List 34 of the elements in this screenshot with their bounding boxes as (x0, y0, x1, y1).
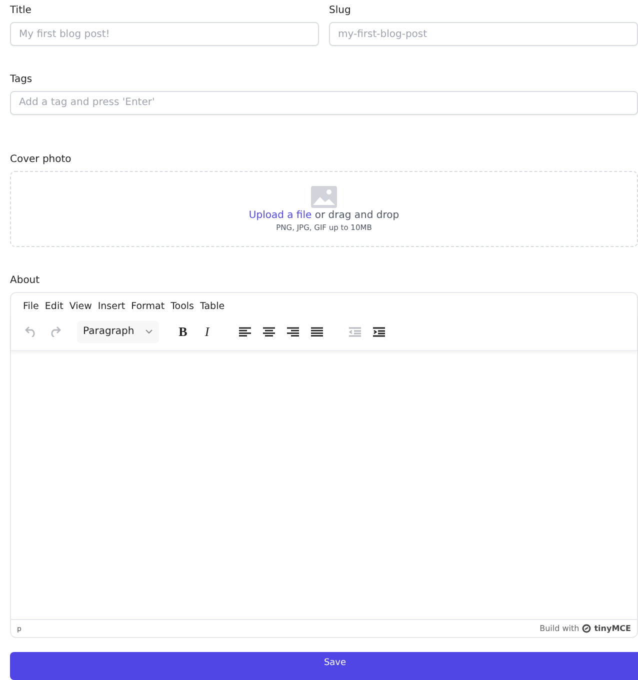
align-icon (239, 326, 251, 337)
tags-field[interactable]: Add a tag and press 'Enter' (10, 91, 638, 115)
bold-button[interactable]: B (171, 320, 195, 344)
save-button[interactable]: Save (10, 652, 638, 680)
text-field[interactable]: my-first-blog-post (329, 22, 638, 46)
credit-text: Build with (540, 624, 580, 634)
field-label: About (10, 274, 41, 288)
redo-icon (49, 326, 61, 338)
field-label: Cover photo (10, 152, 72, 167)
menu-item[interactable]: File (23, 300, 39, 312)
chevron-down-icon (145, 329, 153, 334)
menu-item[interactable]: Format (131, 300, 165, 312)
upload-text: Upload a file or drag and drop (248, 210, 400, 221)
menu-item[interactable]: Table (200, 300, 225, 312)
outdent-icon (349, 326, 361, 337)
align-icon (263, 326, 275, 337)
undo-icon (25, 326, 37, 338)
align-icon (311, 326, 323, 337)
field-label: Tags (10, 73, 34, 87)
indent-icon (373, 326, 385, 337)
menu-item[interactable]: Insert (98, 300, 126, 312)
align-icon (287, 326, 299, 337)
field-label: Slug (329, 4, 352, 18)
format-select[interactable]: Paragraph (77, 320, 159, 343)
upload-link[interactable]: Upload a file (248, 210, 312, 221)
menu-item[interactable]: Tools (170, 300, 194, 312)
brand-name[interactable]: tinyMCE (594, 624, 631, 634)
italic-button[interactable]: I (195, 320, 219, 344)
menu-item[interactable]: View (69, 300, 92, 312)
image-icon (311, 186, 337, 208)
field-label: Title (10, 4, 32, 18)
logo-icon (582, 624, 592, 634)
text-field[interactable]: My first blog post! (10, 22, 319, 46)
menu-item[interactable]: Edit (44, 300, 64, 312)
